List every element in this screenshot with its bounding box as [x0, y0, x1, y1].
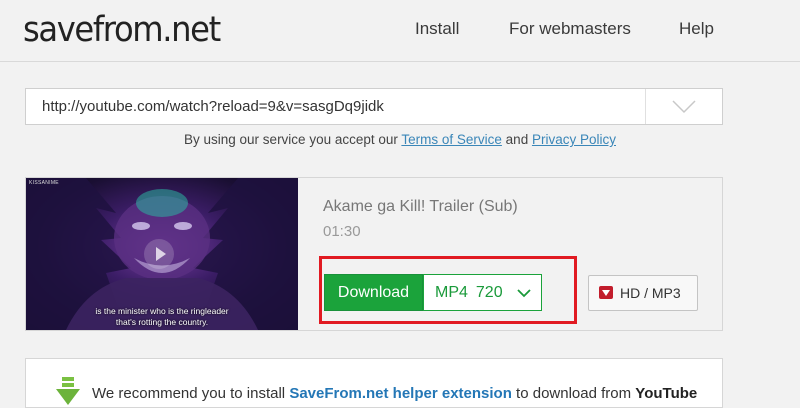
terms-and-text: and	[501, 132, 532, 147]
play-icon[interactable]	[144, 239, 174, 269]
video-title: Akame ga Kill! Trailer (Sub)	[323, 198, 518, 215]
helper-extension-link[interactable]: SaveFrom.net helper extension	[289, 385, 512, 402]
video-thumbnail[interactable]: KISSANIME is the minister who is the rin…	[26, 178, 298, 330]
nav-help[interactable]: Help	[679, 19, 714, 39]
hd-mp3-label: HD / MP3	[620, 285, 681, 301]
format-quality-select[interactable]: MP4 720	[423, 274, 542, 311]
url-input[interactable]	[26, 89, 646, 124]
thumbnail-subtitle-line1: is the minister who is the ringleader	[95, 306, 229, 316]
thumbnail-watermark: KISSANIME	[29, 180, 59, 186]
video-duration: 01:30	[323, 223, 361, 240]
hd-mp3-button[interactable]: HD / MP3	[588, 275, 698, 311]
download-icon	[599, 286, 613, 299]
download-button[interactable]: Download	[324, 274, 423, 311]
chevron-down-icon	[517, 289, 531, 298]
privacy-policy-link[interactable]: Privacy Policy	[532, 132, 616, 147]
recommendation-text: We recommend you to install SaveFrom.net…	[92, 385, 697, 402]
thumbnail-subtitle-line2: that's rotting the country.	[115, 317, 209, 327]
extension-recommendation: We recommend you to install SaveFrom.net…	[25, 358, 723, 408]
terms-of-service-link[interactable]: Terms of Service	[401, 132, 502, 147]
url-search-box	[25, 88, 723, 125]
terms-text: By using our service you accept our	[184, 132, 402, 147]
url-history-dropdown[interactable]	[645, 89, 722, 124]
nav-for-webmasters[interactable]: For webmasters	[509, 19, 631, 39]
recommendation-site: YouTube	[635, 385, 698, 402]
recommendation-middle: to download from	[511, 385, 636, 402]
terms-notice: By using our service you accept our Term…	[0, 132, 800, 147]
green-arrow-icon	[56, 377, 80, 405]
nav-install[interactable]: Install	[415, 19, 459, 39]
recommendation-prefix: We recommend you to install	[92, 385, 290, 402]
chevron-down-icon	[672, 100, 696, 114]
quality-label: 720	[475, 284, 503, 301]
format-label: MP4	[435, 284, 468, 301]
site-logo[interactable]: savefrom.net	[23, 4, 221, 56]
site-header: savefrom.net Install For webmasters Help	[0, 0, 800, 62]
video-result-card: KISSANIME is the minister who is the rin…	[25, 177, 723, 331]
